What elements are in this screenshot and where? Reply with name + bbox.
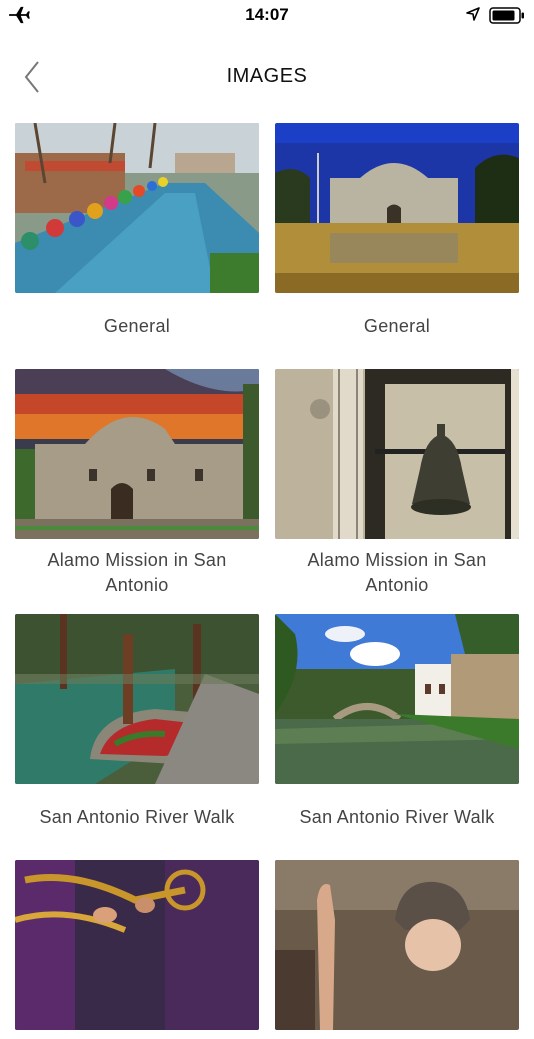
- navigation-bar: IMAGES: [0, 52, 534, 104]
- river-walk-cypress-image: [15, 614, 259, 784]
- image-card[interactable]: Alamo Mission in San Antonio: [15, 369, 259, 598]
- battery-icon: [489, 7, 524, 24]
- image-caption: San Antonio River Walk: [39, 807, 235, 827]
- brass-band-image: [15, 860, 259, 1030]
- status-bar: 14:07: [0, 0, 534, 32]
- alamo-sunset-image: [15, 369, 259, 539]
- mission-bell-image: [275, 369, 519, 539]
- image-card[interactable]: Alamo Mission in San Antonio: [275, 369, 519, 598]
- image-caption: San Antonio River Walk: [299, 807, 495, 827]
- image-card[interactable]: General: [275, 123, 519, 339]
- river-walk-umbrellas-image: [15, 123, 259, 293]
- image-caption: General: [103, 316, 171, 336]
- image-caption: General: [363, 316, 431, 336]
- status-time: 14:07: [245, 5, 289, 24]
- alamo-night-image: [275, 123, 519, 293]
- page-title: IMAGES: [226, 65, 308, 87]
- location-arrow-icon: [466, 7, 480, 21]
- river-walk-bridge-image: [275, 614, 519, 784]
- image-caption: Alamo Mission in San Antonio: [47, 550, 227, 595]
- image-card[interactable]: General: [15, 123, 259, 339]
- performer-image: [275, 860, 519, 1030]
- image-card[interactable]: San Antonio River Walk: [15, 614, 259, 830]
- image-card[interactable]: San Antonio River Walk: [275, 614, 519, 830]
- image-caption: Alamo Mission in San Antonio: [307, 550, 487, 595]
